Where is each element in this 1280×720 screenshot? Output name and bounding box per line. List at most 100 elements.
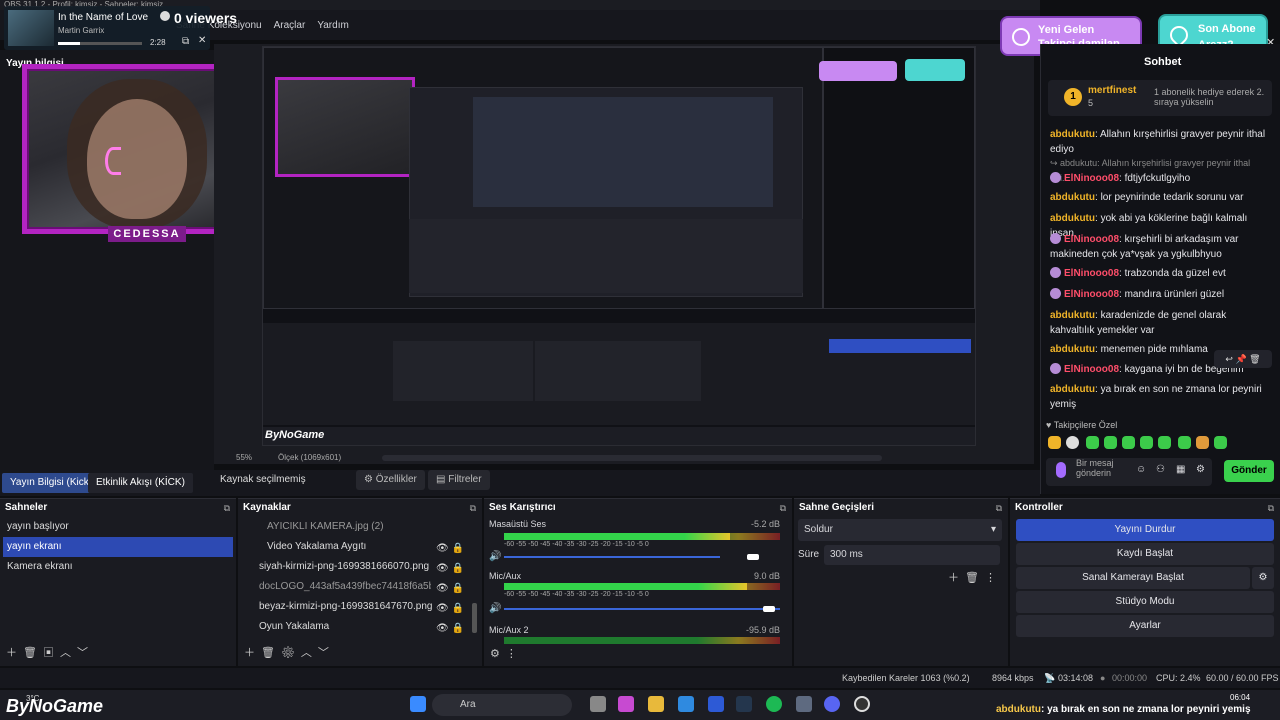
audio-meter <box>504 533 780 540</box>
file-explorer-icon[interactable] <box>648 696 664 712</box>
chat-ticker: abdukutu: ya bırak en son ne zmana lor p… <box>996 704 1251 715</box>
virtual-camera-button[interactable]: Sanal Kamerayı Başlat <box>1016 567 1250 589</box>
headphone-light <box>105 147 121 175</box>
scene-item-selected[interactable]: yayın ekranı <box>3 537 233 557</box>
leader-username: mertfinest <box>1088 85 1137 96</box>
tab-stream-info[interactable]: Yayın Bilgisi (Kick) <box>2 473 101 493</box>
virtual-camera-settings-icon[interactable]: ⚙ <box>1252 567 1274 589</box>
scene-toolbar[interactable]: ＋🗑▣︿﹀ <box>6 644 94 660</box>
source-item[interactable]: Oyun Yakalama <box>241 617 465 637</box>
bot-icon[interactable]: ⚇ <box>1156 464 1165 475</box>
bynogame-logo: ByNoGame <box>6 696 104 716</box>
emote-label: ♥ Takipçilere Özel <box>1046 420 1118 430</box>
source-toolbar[interactable]: ＋🗑⚙︿﹀ <box>244 644 335 660</box>
chat-username[interactable]: abdukutu <box>1050 213 1095 224</box>
user-avatar <box>1050 172 1061 183</box>
dock-menu-icon[interactable]: ⧉ <box>224 499 230 517</box>
scene-item[interactable]: Kamera ekranı <box>3 557 233 577</box>
emote[interactable] <box>1140 436 1153 449</box>
windows-start-icon[interactable] <box>410 696 426 712</box>
visibility-icons[interactable]: 👁 🔒 👁 🔒 👁 🔒 👁 🔒 👁 🔒 <box>436 539 464 639</box>
studio-mode-button[interactable]: Stüdyo Modu <box>1016 591 1274 613</box>
source-item[interactable]: docLOGO_443af5a439fbec74418f6a5b0dd0 <box>241 577 431 597</box>
menu-help[interactable]: Yardım <box>317 20 349 31</box>
chat-username[interactable]: ElNinooo08 <box>1064 234 1119 245</box>
task-view-icon[interactable] <box>590 696 606 712</box>
settings-button[interactable]: Ayarlar <box>1016 615 1274 637</box>
dock-menu-icon[interactable]: ⧉ <box>1268 499 1274 517</box>
dock-menu-icon[interactable]: ⧉ <box>996 499 1002 517</box>
transition-toolbar[interactable]: ＋🗑⋮ <box>948 569 1002 585</box>
chat-username[interactable]: ElNinooo08 <box>1064 268 1119 279</box>
emote[interactable] <box>1048 436 1061 449</box>
chat-input[interactable]: Bir mesaj gönderin ☺ ⚇ ▦ ⚙ <box>1046 458 1212 486</box>
source-item[interactable]: Video Yakalama Aygıtı <box>241 537 465 557</box>
emote[interactable] <box>1178 436 1191 449</box>
chat-username[interactable]: abdukutu <box>1050 310 1095 321</box>
volume-slider[interactable] <box>504 608 780 610</box>
chevron-down-icon: ▾ <box>990 524 996 535</box>
dock-menu-icon[interactable]: ⧉ <box>780 499 786 517</box>
volume-slider[interactable] <box>504 556 720 558</box>
dock-menu-icon[interactable]: ⧉ <box>470 499 476 517</box>
obs-icon[interactable] <box>854 696 870 712</box>
steam-icon[interactable] <box>736 696 752 712</box>
properties-button[interactable]: ⚙ Özellikler <box>356 470 425 490</box>
chat-username[interactable]: abdukutu <box>1050 384 1095 395</box>
speaker-icon[interactable]: 🔊 <box>489 603 501 614</box>
source-item[interactable]: siyah-kirmizi-png-1699381666070.png <box>241 557 465 577</box>
emote[interactable] <box>1104 436 1117 449</box>
send-button[interactable]: Gönder <box>1224 460 1274 482</box>
store-icon[interactable] <box>708 696 724 712</box>
discord-icon[interactable] <box>824 696 840 712</box>
menu-tools[interactable]: Araçlar <box>274 20 306 31</box>
microphone-icon[interactable] <box>1056 462 1066 478</box>
emote[interactable] <box>1066 436 1079 449</box>
sources-title: Kaynaklar ⧉ <box>238 499 482 517</box>
copilot-icon[interactable] <box>618 696 634 712</box>
mixer-toolbar[interactable]: ⚙⋮ <box>490 647 523 660</box>
emote[interactable] <box>1196 436 1209 449</box>
message-actions[interactable]: ↩ 📌 🗑 <box>1214 350 1272 368</box>
emote[interactable] <box>1214 436 1227 449</box>
chat-username[interactable]: ElNinooo08 <box>1064 173 1119 184</box>
add-user-icon <box>1012 28 1030 46</box>
stop-stream-button[interactable]: Yayını Durdur <box>1016 519 1274 541</box>
chat-username[interactable]: abdukutu <box>1050 129 1095 140</box>
source-item[interactable]: AYICIKLI KAMERA.jpg (2) <box>241 517 465 537</box>
app-icon[interactable] <box>796 696 812 712</box>
close-icon[interactable]: ✕ <box>198 35 206 46</box>
chat-username[interactable]: abdukutu <box>1050 344 1095 355</box>
webcam-label: CEDESSA <box>108 226 186 242</box>
volume-knob[interactable] <box>762 606 775 612</box>
chat-username[interactable]: ElNinooo08 <box>1064 289 1119 300</box>
chat-title: Sohbet <box>1144 56 1182 68</box>
preview-scrollbar[interactable] <box>382 455 882 461</box>
popout-icon[interactable]: ⧉ <box>182 36 189 47</box>
chat-username[interactable]: ElNinooo08 <box>1064 364 1119 375</box>
album-art <box>8 10 54 46</box>
taskbar-search[interactable]: Ara <box>432 694 572 716</box>
audio-meter <box>504 583 780 590</box>
tab-event-feed[interactable]: Etkinlik Akışı (KİCK) <box>88 473 193 493</box>
spotify-icon[interactable] <box>766 696 782 712</box>
chat-username[interactable]: abdukutu <box>1050 192 1095 203</box>
filters-button[interactable]: ▤ Filtreler <box>428 470 490 490</box>
emote[interactable] <box>1158 436 1171 449</box>
emote[interactable] <box>1122 436 1135 449</box>
sources-scrollbar[interactable] <box>472 603 477 633</box>
volume-knob[interactable] <box>746 554 759 560</box>
transition-select[interactable]: Soldur ▾ <box>798 519 1002 541</box>
chat-text: lor peynirinde tedarik sorunu var <box>1100 192 1244 203</box>
emoji-icon[interactable]: ☺ <box>1136 464 1146 475</box>
settings-icon[interactable]: ⚙ <box>1196 464 1205 475</box>
edge-icon[interactable] <box>678 696 694 712</box>
speaker-icon[interactable]: 🔊 <box>489 551 501 562</box>
mixer-channel-db: 9.0 dB <box>753 571 780 581</box>
source-item[interactable]: beyaz-kirmizi-png-1699381647670.png <box>241 597 441 617</box>
start-recording-button[interactable]: Kaydı Başlat <box>1016 543 1274 565</box>
emote[interactable] <box>1086 436 1099 449</box>
store-icon[interactable]: ▦ <box>1176 464 1185 475</box>
duration-input[interactable]: 300 ms <box>824 545 1000 565</box>
scene-item[interactable]: yayın başlıyor <box>3 517 233 537</box>
